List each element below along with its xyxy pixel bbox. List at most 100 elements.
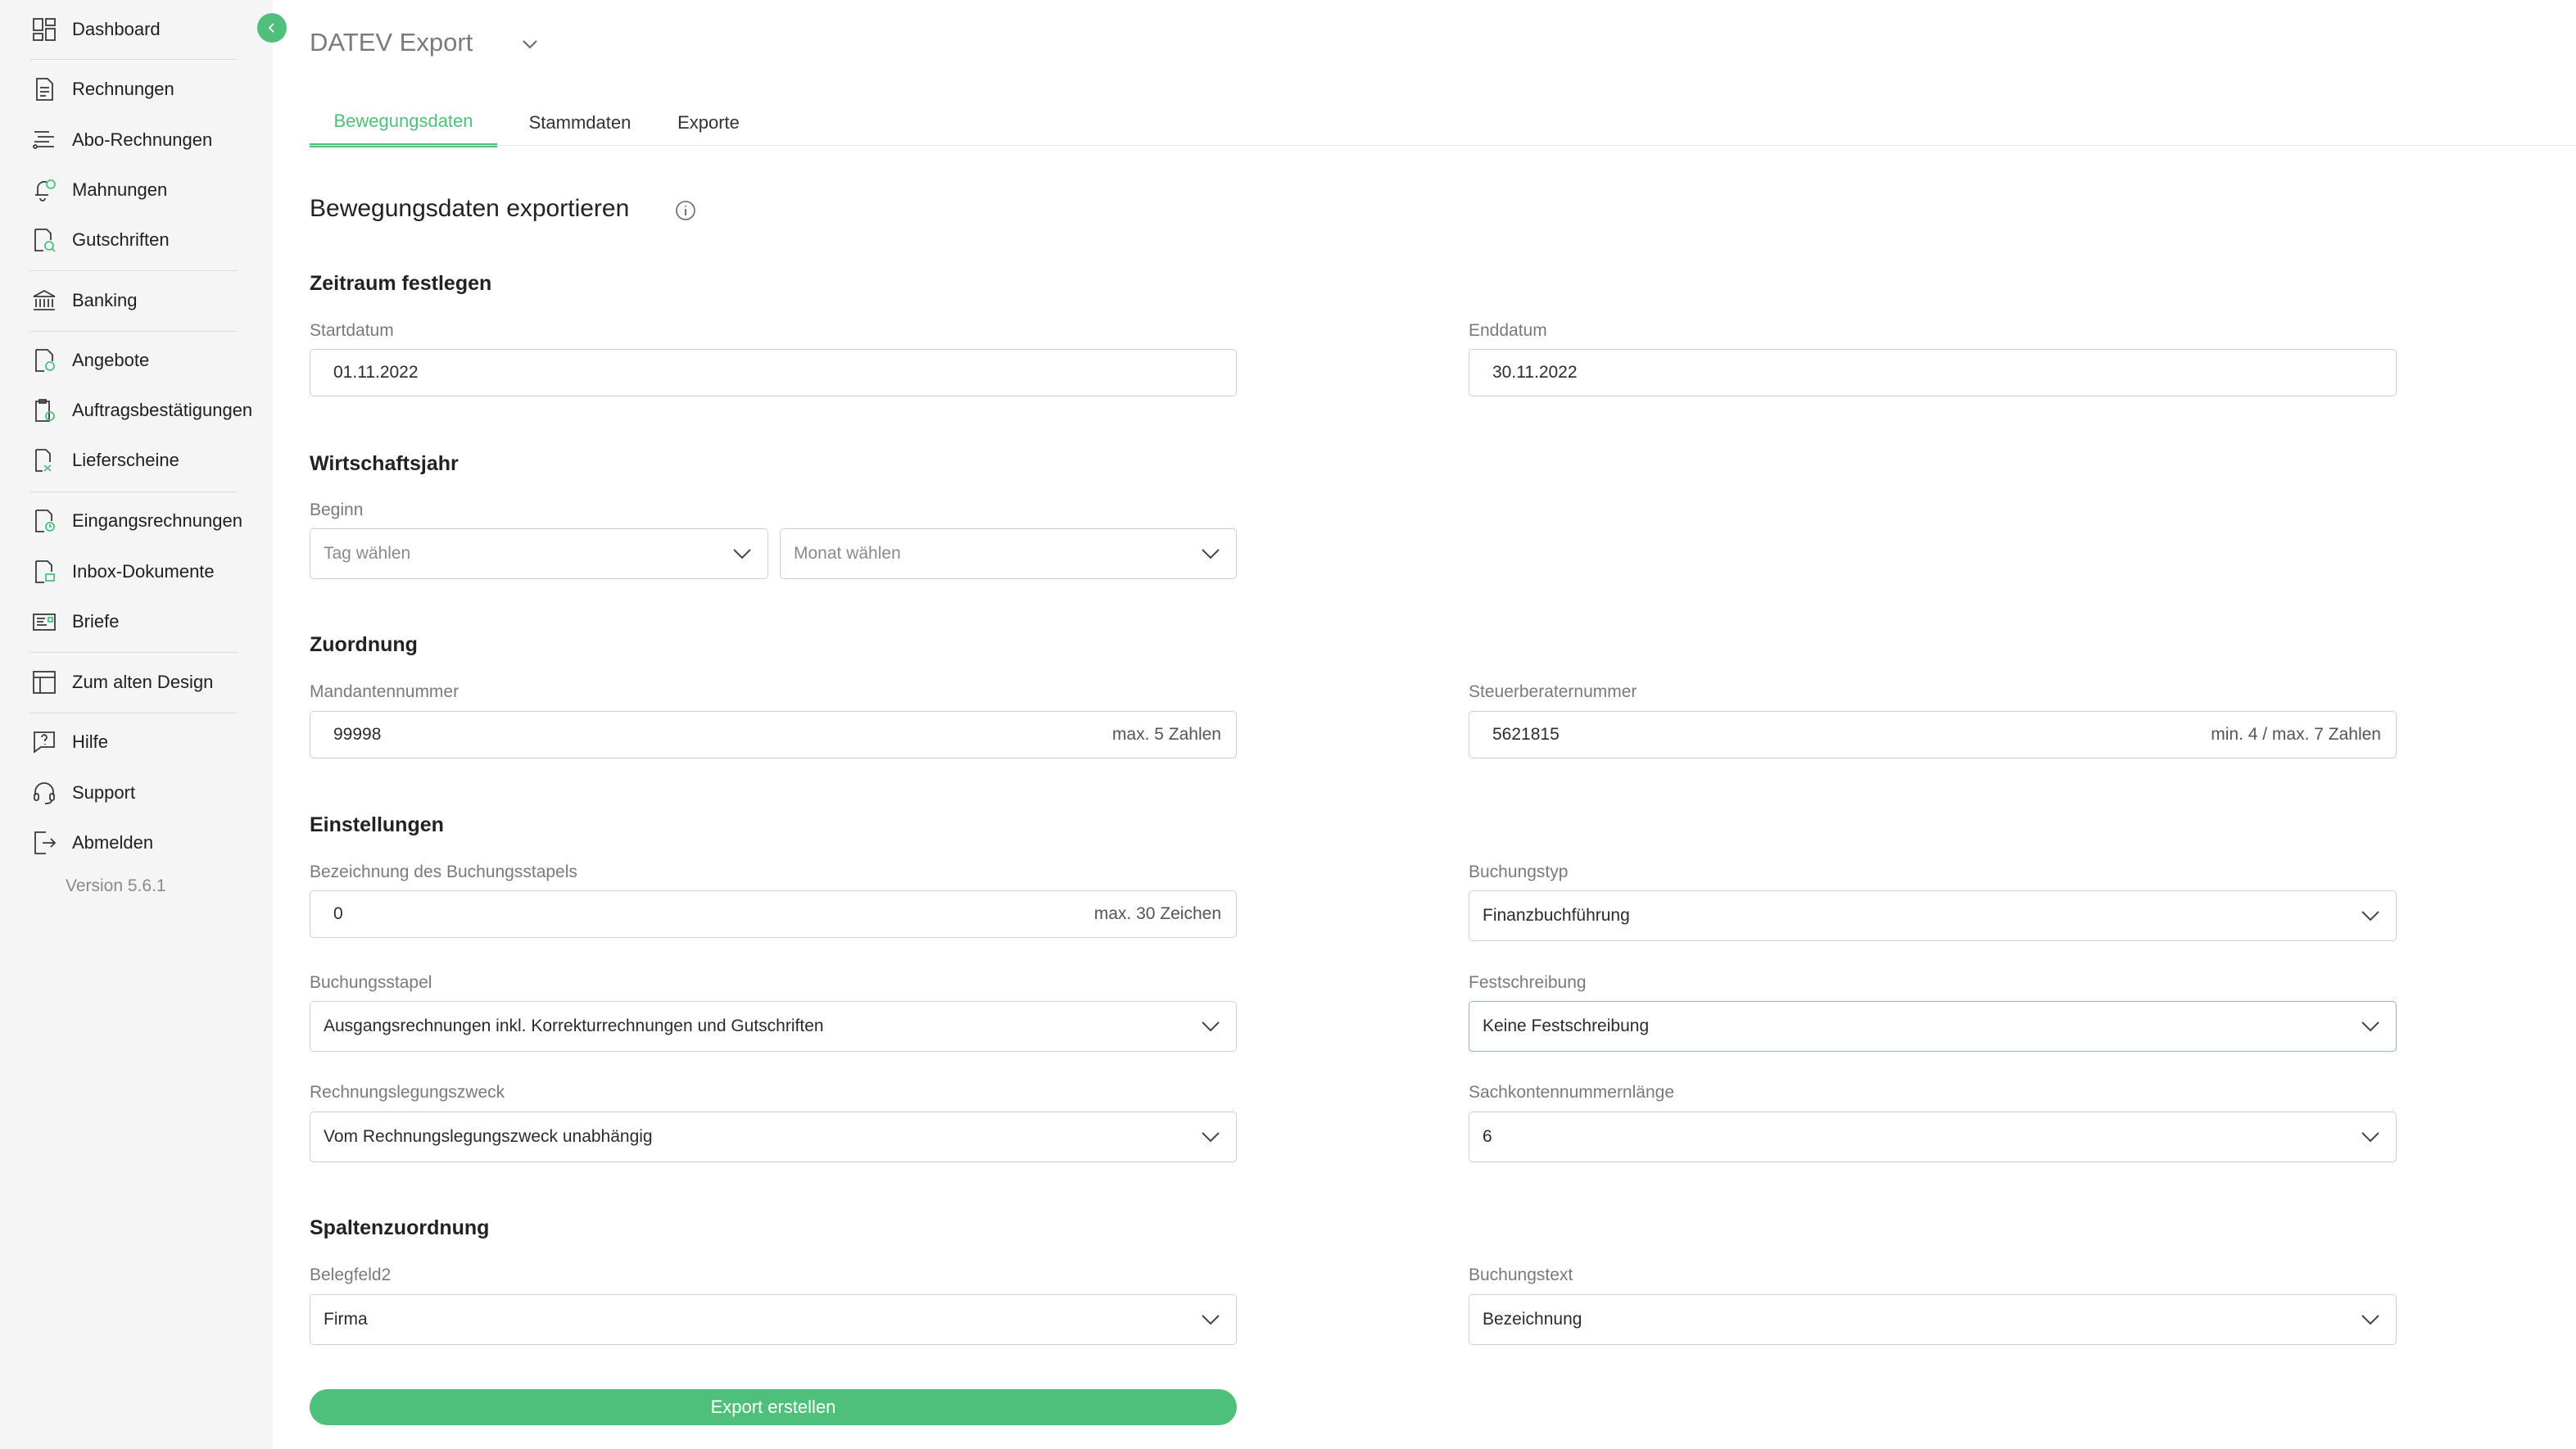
delivery-note-icon [29, 446, 59, 475]
chevron-down-icon [1202, 1021, 1220, 1032]
mandantennummer-hint: max. 5 Zahlen [1111, 725, 1221, 744]
reminder-icon [29, 175, 59, 205]
chevron-down-icon[interactable] [518, 33, 541, 56]
buchungsstapel-bezeichnung-hint: max. 30 Zeichen [1093, 904, 1221, 923]
sidebar-item-angebote[interactable]: Angebote [29, 344, 149, 377]
sidebar-item-label: Banking [72, 290, 138, 310]
sidebar-item-eingangsrechnungen[interactable]: Eingangsrechnungen [29, 505, 242, 537]
divider [29, 59, 238, 60]
enddatum-value: 30.11.2022 [1492, 363, 1578, 382]
buchungsstapel-bezeichnung-value: 0 [333, 904, 343, 923]
chevron-down-icon [1202, 549, 1220, 559]
enddatum-input[interactable]: 30.11.2022 [1469, 349, 2397, 396]
sidebar-item-rechnungen[interactable]: Rechnungen [29, 73, 174, 106]
festschreibung-select[interactable]: Keine Festschreibung [1469, 1001, 2397, 1052]
page-title: DATEV Export [310, 28, 473, 57]
buchungsstapel-value: Ausgangsrechnungen inkl. Korrekturrechnu… [324, 1017, 824, 1035]
rechnungslegungszweck-select[interactable]: Vom Rechnungslegungszweck unabhängig [310, 1112, 1237, 1162]
divider [29, 652, 238, 653]
incoming-invoice-icon [29, 506, 59, 536]
section-zeitraum-title: Zeitraum festlegen [310, 272, 492, 295]
rechnungslegungszweck-value: Vom Rechnungslegungszweck unabhängig [324, 1127, 653, 1146]
sidebar-item-label: Zum alten Design [72, 672, 214, 692]
headset-icon [29, 778, 59, 808]
version-label: Version 5.6.1 [66, 876, 166, 895]
sidebar-item-label: Rechnungen [72, 79, 174, 99]
section-einstellungen-title: Einstellungen [310, 813, 444, 836]
startdatum-input[interactable]: 01.11.2022 [310, 349, 1237, 396]
festschreibung-label: Festschreibung [1469, 973, 1587, 992]
festschreibung-value: Keine Festschreibung [1483, 1017, 1650, 1035]
mandantennummer-label: Mandantennummer [310, 682, 460, 701]
mandantennummer-value: 99998 [333, 725, 382, 744]
tab-bewegungsdaten[interactable]: Bewegungsdaten [310, 98, 497, 147]
rechnungslegungszweck-label: Rechnungslegungszweck [310, 1083, 505, 1102]
offer-icon [29, 346, 59, 375]
sidebar-item-auftragsbestaetigungen[interactable]: Auftragsbestätigungen [29, 394, 252, 427]
sidebar-item-label: Gutschriften [72, 229, 170, 250]
help-icon [29, 727, 59, 757]
enddatum-label: Enddatum [1469, 321, 1547, 340]
chevron-down-icon [1202, 1132, 1220, 1143]
sidebar-item-label: Abmelden [72, 832, 154, 853]
sidebar-item-support[interactable]: Support [29, 777, 135, 809]
belegfeld2-select[interactable]: Firma [310, 1294, 1237, 1345]
chevron-down-icon [2361, 911, 2379, 921]
sidebar-item-label: Dashboard [72, 19, 161, 39]
chevron-down-icon [733, 549, 751, 559]
buchungsstapel-select[interactable]: Ausgangsrechnungen inkl. Korrekturrechnu… [310, 1001, 1237, 1052]
chevron-down-icon [2361, 1021, 2379, 1032]
belegfeld2-value: Firma [324, 1310, 368, 1329]
divider [29, 270, 238, 271]
sidebar-item-gutschriften[interactable]: Gutschriften [29, 224, 170, 256]
export-button[interactable]: Export erstellen [310, 1389, 1237, 1425]
buchungsstapel-bezeichnung-input[interactable]: 0 max. 30 Zeichen [310, 890, 1237, 938]
sidebar-item-label: Eingangsrechnungen [72, 510, 242, 531]
sachkontennummernlaenge-value: 6 [1483, 1127, 1492, 1146]
sachkontennummernlaenge-select[interactable]: 6 [1469, 1112, 2397, 1162]
sidebar-item-label: Hilfe [72, 731, 109, 752]
startdatum-value: 01.11.2022 [333, 363, 419, 382]
buchungsstapel-bezeichnung-label: Bezeichnung des Buchungsstapels [310, 863, 577, 881]
sidebar-item-dashboard[interactable]: Dashboard [29, 13, 161, 46]
tag-select[interactable]: Tag wählen [310, 528, 768, 579]
tab-exporte[interactable]: Exporte [663, 98, 754, 147]
monat-select[interactable]: Monat wählen [780, 528, 1237, 579]
sidebar-item-abo-rechnungen[interactable]: Abo-Rechnungen [29, 124, 212, 156]
sidebar-item-inbox-dokumente[interactable]: Inbox-Dokumente [29, 555, 215, 588]
buchungstext-value: Bezeichnung [1483, 1310, 1582, 1329]
sidebar-item-abmelden[interactable]: Abmelden [29, 826, 153, 859]
sidebar-item-altes-design[interactable]: Zum alten Design [29, 666, 213, 699]
beginn-label: Beginn [310, 500, 364, 519]
sidebar-item-briefe[interactable]: Briefe [29, 605, 119, 638]
sachkontennummernlaenge-label: Sachkontennummernlänge [1469, 1083, 1674, 1102]
sidebar-item-label: Inbox-Dokumente [72, 561, 215, 582]
dashboard-icon [29, 15, 59, 44]
buchungstyp-value: Finanzbuchführung [1483, 906, 1630, 925]
section-zuordnung-title: Zuordnung [310, 633, 418, 656]
sidebar-item-lieferscheine[interactable]: Lieferscheine [29, 444, 179, 477]
invoice-icon [29, 75, 59, 104]
section-wirtschaftsjahr-title: Wirtschaftsjahr [310, 452, 459, 475]
mandantennummer-input[interactable]: 99998 max. 5 Zahlen [310, 711, 1237, 758]
steuerberaternummer-input[interactable]: 5621815 min. 4 / max. 7 Zahlen [1469, 711, 2397, 758]
tab-stammdaten[interactable]: Stammdaten [518, 98, 641, 147]
collapse-sidebar-button[interactable] [257, 13, 287, 43]
info-icon[interactable] [674, 199, 697, 222]
sidebar-item-hilfe[interactable]: Hilfe [29, 726, 108, 758]
form-heading: Bewegungsdaten exportieren [310, 195, 630, 222]
bank-icon [29, 286, 59, 315]
sidebar-item-mahnungen[interactable]: Mahnungen [29, 174, 167, 206]
sidebar-item-banking[interactable]: Banking [29, 284, 138, 317]
logout-icon [29, 828, 59, 858]
main-content: DATEV Export Bewegungsdaten Stammdaten E… [273, 0, 2576, 1449]
startdatum-label: Startdatum [310, 321, 394, 340]
buchungstyp-select[interactable]: Finanzbuchführung [1469, 890, 2397, 941]
credit-note-icon [29, 225, 59, 255]
chevron-down-icon [2361, 1315, 2379, 1325]
buchungstyp-label: Buchungstyp [1469, 863, 1569, 881]
sidebar-item-label: Briefe [72, 611, 120, 632]
buchungstext-label: Buchungstext [1469, 1266, 1573, 1284]
buchungstext-select[interactable]: Bezeichnung [1469, 1294, 2397, 1345]
divider [29, 331, 238, 332]
